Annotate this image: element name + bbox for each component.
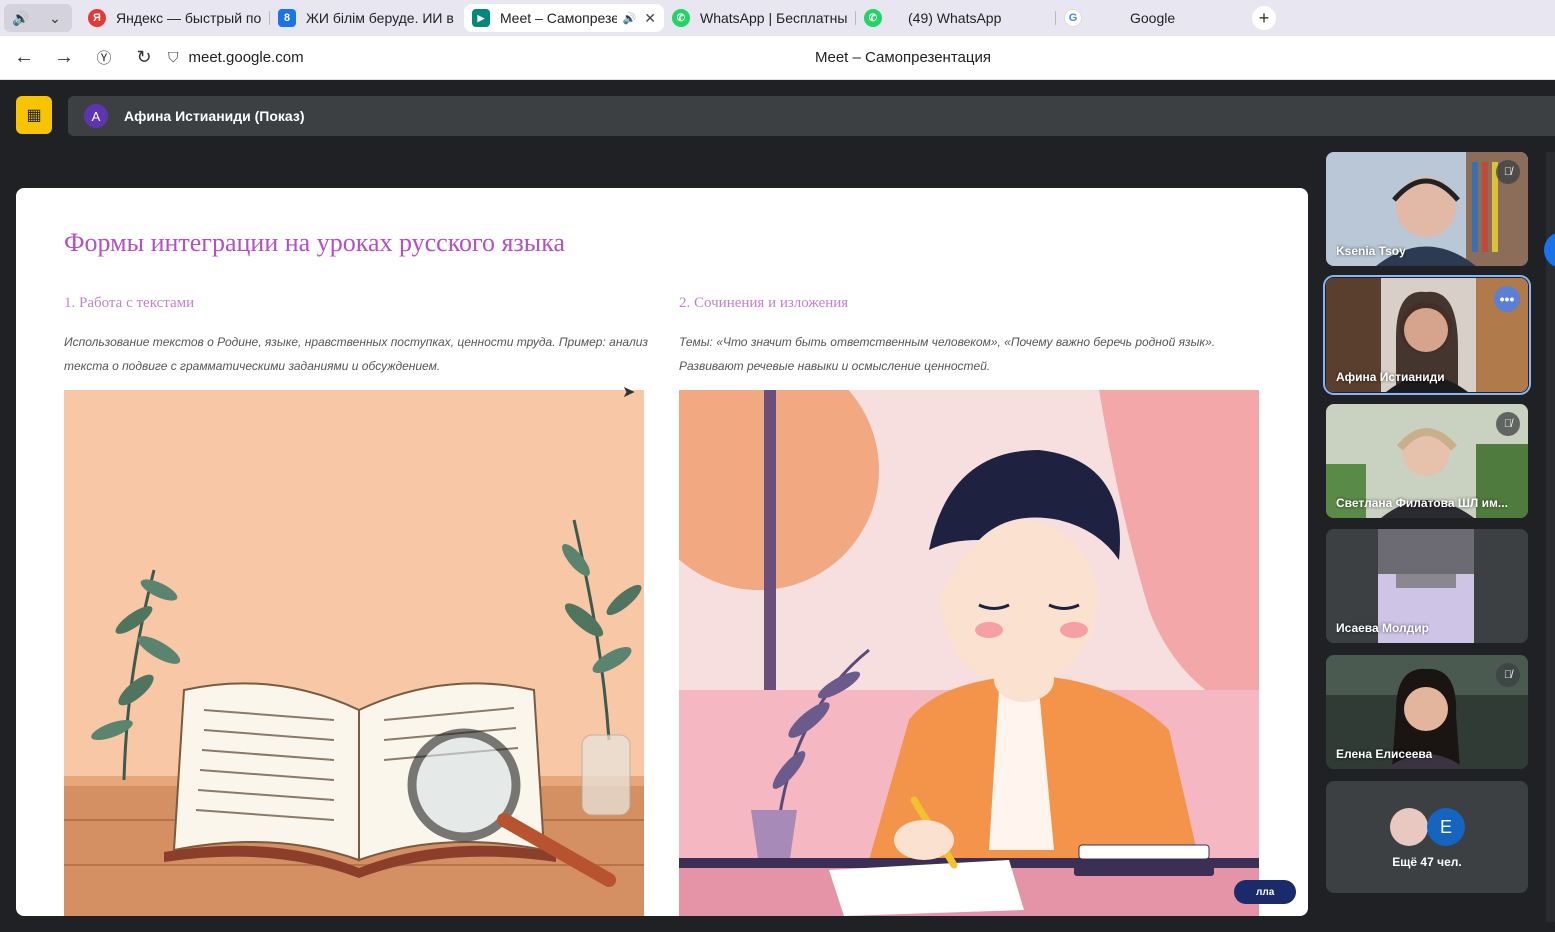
calendar-icon: 8	[278, 9, 296, 27]
participant-name: Афина Истианиди	[1336, 370, 1445, 384]
tab-whatsapp-web[interactable]: ✆ WhatsApp | Бесплатный з	[664, 4, 856, 32]
tab-yandex[interactable]: Я Яндекс — быстрый поиск	[80, 4, 270, 32]
meet-icon: ▶	[472, 9, 490, 27]
participant-tile[interactable]: ••• Афина Истианиди	[1323, 275, 1531, 395]
url-text: meet.google.com	[188, 49, 304, 66]
stop-presenting-icon[interactable]: ▦	[16, 96, 52, 134]
tab-title: (49) WhatsApp	[908, 10, 1002, 26]
tab-title: ЖИ білім беруде. ИИ в об	[306, 10, 456, 26]
participant-tile[interactable]: 🎙̸ Елена Елисеева	[1326, 655, 1528, 769]
more-participants-label: Ещё 47 чел.	[1392, 855, 1462, 869]
forward-arrow-icon[interactable]: →	[48, 42, 80, 74]
url-field[interactable]: ⛉ meet.google.com	[168, 49, 304, 66]
chevron-down-icon[interactable]: ⌄	[38, 4, 72, 32]
presenter-bar: A Афина Истианиди (Показ)	[68, 96, 1555, 136]
close-tab-icon[interactable]: ✕	[644, 10, 656, 27]
tab-google[interactable]: G Google	[1056, 4, 1246, 32]
tab-whatsapp[interactable]: ✆ (49) WhatsApp	[856, 4, 1056, 32]
mic-off-icon: 🎙̸	[1496, 412, 1520, 436]
tab-title: Google	[1130, 10, 1176, 26]
back-arrow-icon[interactable]: ←	[8, 42, 40, 74]
yandex-logo-icon[interactable]: Ⓨ	[88, 42, 120, 74]
slide-title: Формы интеграции на уроках русского язык…	[64, 228, 566, 257]
tab-title: Meet – Самопрезен	[500, 10, 617, 26]
participant-name: Исаева Молдир	[1336, 621, 1429, 635]
new-tab-button[interactable]: +	[1252, 6, 1276, 30]
page-title: Meet – Самопрезентация	[815, 49, 991, 66]
writing-student-illustration	[679, 390, 1259, 916]
more-options-button[interactable]: •••	[1494, 286, 1520, 312]
address-bar: ← → Ⓨ ↻ ⛉ meet.google.com Meet – Самопре…	[0, 36, 1555, 80]
participant-name: Ksenia Tsoy	[1336, 244, 1406, 258]
column-heading: 2. Сочинения и изложения	[679, 295, 849, 311]
mic-off-icon: 🎙̸	[1496, 663, 1520, 687]
audio-playing-icon[interactable]: 🔊	[623, 12, 637, 25]
tab-title: WhatsApp | Бесплатный з	[700, 10, 848, 26]
mic-off-icon: 🎙̸	[1496, 160, 1520, 184]
side-panel-edge	[1546, 152, 1555, 922]
presenter-label: Афина Истианиди (Показ)	[124, 108, 305, 124]
google-icon: G	[1064, 9, 1082, 27]
browser-tab-strip: 🔊 ⌄ Я Яндекс — быстрый поиск 8 ЖИ білім …	[0, 0, 1555, 36]
avatar: A	[84, 104, 108, 128]
more-participants-tile[interactable]: E Ещё 47 чел.	[1326, 781, 1528, 893]
tab-title: Яндекс — быстрый поиск	[116, 10, 262, 26]
column-text: Использование текстов о Родине, языке, н…	[64, 335, 648, 373]
whatsapp-icon: ✆	[672, 9, 690, 27]
shield-icon: ⛉	[168, 49, 179, 65]
column-text: Темы: «Что значит быть ответственным чел…	[679, 335, 1216, 373]
participant-tile[interactable]: 🎙̸ Светлана Филатова ШЛ им...	[1326, 404, 1528, 518]
participant-name: Светлана Филатова ШЛ им...	[1336, 496, 1508, 510]
avatar	[1390, 808, 1428, 846]
presentation-slide: Формы интеграции на уроках русского язык…	[16, 188, 1308, 916]
participant-name: Елена Елисеева	[1336, 747, 1433, 761]
participant-tile[interactable]: 🎙̸ Ksenia Tsoy	[1326, 152, 1528, 266]
tab-calendar[interactable]: 8 ЖИ білім беруде. ИИ в об	[270, 4, 464, 32]
avatar: E	[1427, 808, 1465, 846]
mouse-cursor-icon: ➤	[622, 384, 636, 401]
book-illustration	[64, 390, 644, 916]
participant-tile[interactable]: Исаева Молдир	[1326, 529, 1528, 643]
column-heading: 1. Работа с текстами	[64, 295, 195, 311]
reload-icon[interactable]: ↻	[128, 42, 160, 74]
yandex-icon: Я	[88, 9, 106, 27]
whatsapp-icon: ✆	[864, 9, 882, 27]
speaker-icon[interactable]: 🔊	[4, 4, 38, 32]
slide-badge: лла	[1234, 880, 1296, 904]
tab-meet[interactable]: ▶ Meet – Самопрезен 🔊 ✕	[464, 4, 664, 32]
